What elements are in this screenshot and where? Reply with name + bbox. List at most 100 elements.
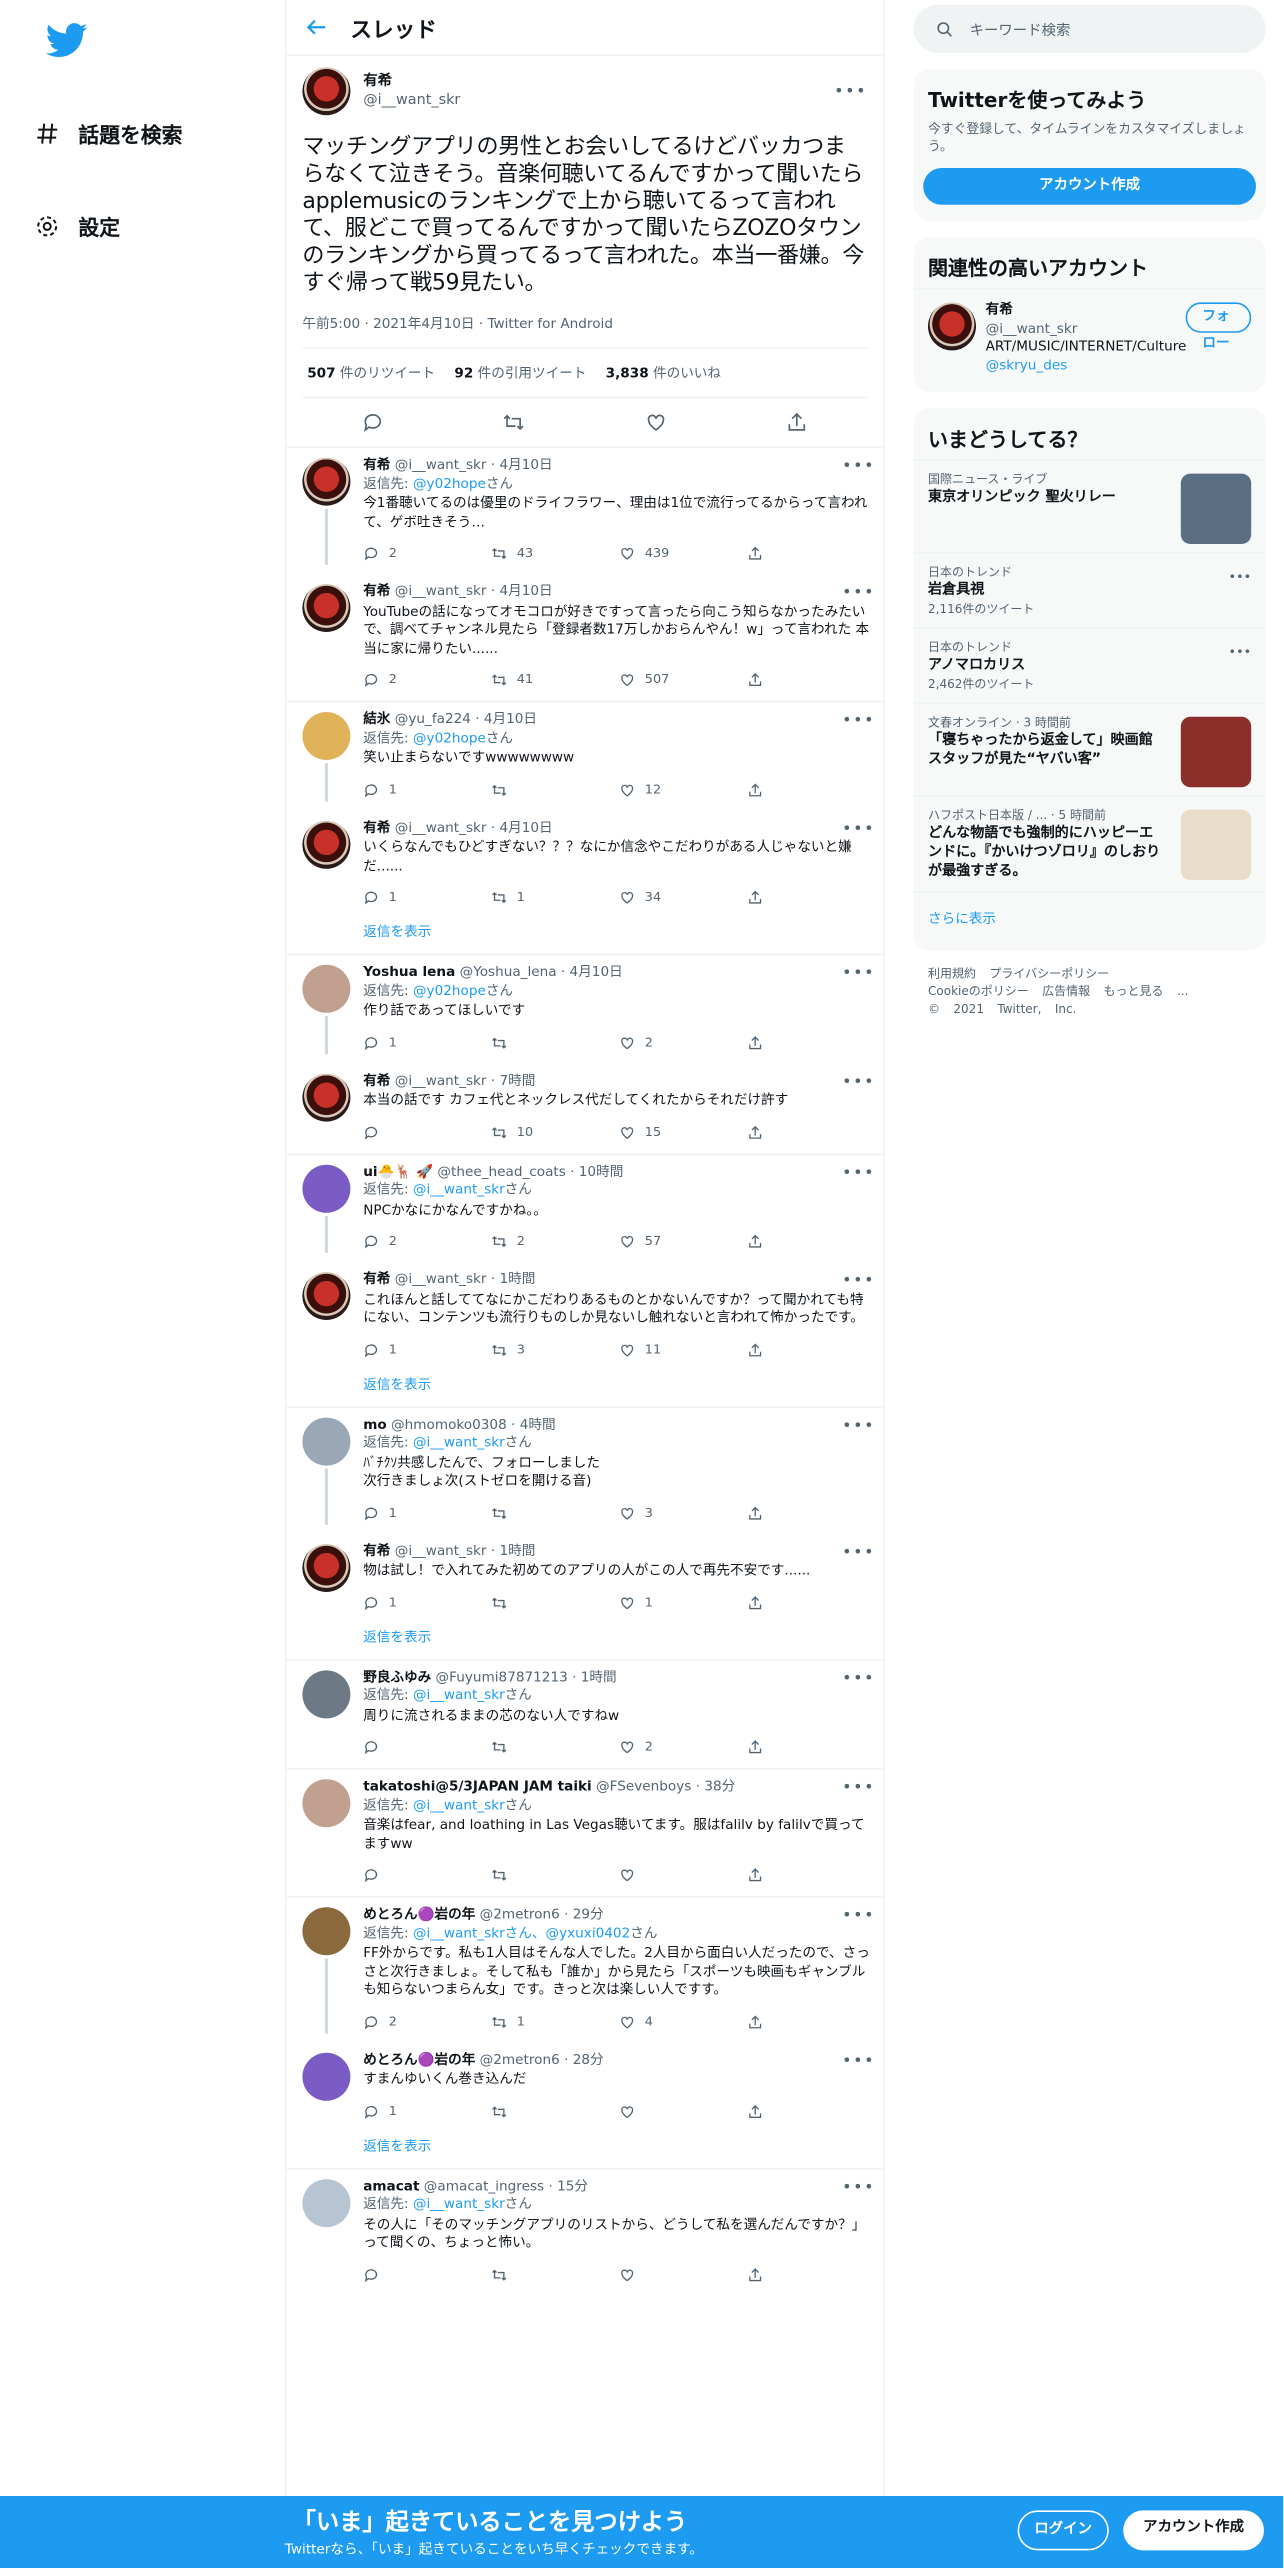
reply-author-handle[interactable]: @yu_fa224 · 4月10日 (395, 712, 537, 730)
reply-author-name[interactable]: ui🐣🦌 🚀 (363, 1164, 433, 1182)
reply-action[interactable]: 1 (363, 1033, 491, 1051)
more-icon[interactable]: ••• (842, 1272, 875, 1290)
retweet-action[interactable]: 41 (491, 671, 619, 689)
back-arrow-icon[interactable] (306, 16, 328, 38)
reply-tweet[interactable]: ui🐣🦌 🚀 @thee_head_coats · 10時間 ••• 返信先: @i… (286, 1154, 883, 1262)
more-icon[interactable]: ••• (1229, 645, 1252, 659)
share-action[interactable] (747, 1594, 875, 1610)
like-action[interactable]: 12 (619, 780, 747, 798)
like-action[interactable]: 15 (619, 1123, 747, 1141)
reply-tweet[interactable]: 有希 @i__want_skr · 1時間 ••• 物は試し！で入れてみた初めてのア… (286, 1534, 883, 1624)
like-action[interactable]: 1 (619, 1593, 747, 1611)
retweet-action[interactable]: 1 (491, 2012, 619, 2030)
retweet-action[interactable] (491, 1867, 619, 1883)
related-name[interactable]: 有希 (986, 302, 1187, 320)
reply-tweet[interactable]: mo @hmomoko0308 · 4時間 ••• 返信先: @i__want_sk… (286, 1407, 883, 1533)
reply-action[interactable] (363, 1739, 491, 1755)
more-icon[interactable]: ••• (842, 712, 875, 730)
more-icon[interactable]: ••• (842, 458, 875, 476)
more-icon[interactable]: ••• (842, 2052, 875, 2070)
trend-item[interactable]: ハフポスト日本版 / ... · 5 時間前 どんな物語でも強制的にハッピーエンド… (913, 795, 1266, 891)
retweet-action[interactable] (491, 1505, 619, 1521)
share-action[interactable] (747, 1342, 875, 1358)
retweet-action[interactable] (491, 2266, 619, 2282)
author-handle[interactable]: @i__want_skr (363, 91, 460, 110)
reply-author-handle[interactable]: @Yoshua_lena · 4月10日 (460, 965, 623, 983)
nav-explore[interactable]: 話題を検索 (35, 114, 182, 152)
more-icon[interactable]: ••• (842, 1073, 875, 1091)
retweet-action[interactable] (491, 1739, 619, 1755)
reply-author-handle[interactable]: @amacat_ingress · 15分 (424, 2178, 588, 2196)
reply-author-handle[interactable]: @i__want_skr · 7時間 (395, 1073, 536, 1091)
avatar[interactable] (302, 1669, 351, 1718)
footer-links-2[interactable]: Cookieのポリシー 広告情報 もっと見る ... (928, 982, 1251, 1000)
reply-tweet[interactable]: 有希 @i__want_skr · 7時間 ••• 本当の話です カフェ代とネックレ… (286, 1063, 883, 1153)
reply-author-name[interactable]: 有希 (363, 458, 390, 476)
like-action[interactable]: 11 (619, 1340, 747, 1358)
reply-action[interactable]: 1 (363, 1593, 491, 1611)
related-handle[interactable]: @i__want_skr (986, 321, 1187, 339)
avatar[interactable] (302, 67, 351, 116)
retweet-action[interactable]: 43 (491, 544, 619, 562)
reply-action[interactable]: 1 (363, 780, 491, 798)
more-icon[interactable]: ••• (842, 1417, 875, 1435)
reply-tweet[interactable]: 有希 @i__want_skr · 4月10日 ••• 返信先: @y02hopeさ… (286, 448, 883, 574)
like-action[interactable]: 34 (619, 888, 747, 906)
share-action[interactable] (747, 672, 875, 688)
like-action[interactable]: 2 (619, 1033, 747, 1051)
more-icon[interactable]: ••• (842, 1907, 875, 1925)
reply-author-name[interactable]: 野良ふゆみ (363, 1670, 431, 1688)
reply-action[interactable] (363, 2266, 491, 2282)
avatar[interactable] (302, 1779, 351, 1828)
reply-action[interactable]: 2 (363, 671, 491, 689)
retweet-action[interactable] (491, 1594, 619, 1610)
reply-author-name[interactable]: 有希 (363, 1073, 390, 1091)
retweet-action[interactable] (491, 1034, 619, 1050)
reply-author-handle[interactable]: @2metron6 · 29分 (480, 1907, 604, 1925)
reply-to-link[interactable]: @i__want_skr (413, 1798, 505, 1814)
reply-action[interactable]: 1 (363, 2102, 491, 2120)
reply-to-link[interactable]: @i__want_skrさん、@yxuxi0402 (413, 1926, 630, 1942)
reply-to-link[interactable]: @y02hope (413, 983, 486, 999)
reply-tweet[interactable]: 有希 @i__want_skr · 4月10日 ••• YouTubeの話になってオ… (286, 574, 883, 700)
reply-action[interactable]: 2 (363, 1232, 491, 1250)
reply-author-handle[interactable]: @2metron6 · 28分 (480, 2052, 604, 2070)
avatar[interactable] (302, 712, 351, 760)
show-replies-link[interactable]: 返信を表示 (286, 2132, 883, 2167)
more-icon[interactable]: ••• (842, 1670, 875, 1688)
share-action[interactable] (747, 2266, 875, 2282)
avatar[interactable] (302, 1164, 351, 1212)
reply-author-name[interactable]: amacat (363, 2178, 419, 2196)
reply-tweet[interactable]: 野良ふゆみ @Fuyumi87871213 · 1時間 ••• 返信先: @i__w… (286, 1660, 883, 1768)
show-replies-link[interactable]: 返信を表示 (286, 1370, 883, 1405)
avatar[interactable] (302, 2052, 351, 2100)
reply-author-name[interactable]: mo (363, 1417, 387, 1435)
avatar[interactable] (302, 1272, 351, 1320)
tweet-meta[interactable]: 午前5:00 · 2021年4月10日 · Twitter for Androi… (302, 314, 868, 349)
share-action[interactable] (747, 546, 875, 562)
show-replies-link[interactable]: 返信を表示 (286, 918, 883, 953)
reply-author-handle[interactable]: @i__want_skr · 4月10日 (395, 458, 553, 476)
more-icon[interactable]: ••• (842, 2178, 875, 2196)
reply-author-name[interactable]: 結氷 (363, 712, 390, 730)
reply-tweet[interactable]: takatoshi@5/3JAPAN JAM taiki @FSevenboys… (286, 1770, 883, 1896)
reply-tweet[interactable]: 有希 @i__want_skr · 1時間 ••• これほんと話しててなにかこだわり… (286, 1262, 883, 1370)
avatar[interactable] (302, 820, 351, 868)
reply-action[interactable]: 2 (363, 544, 491, 562)
trend-item[interactable]: 日本のトレンド 岩倉具視 2,116件のツイート ••• (913, 552, 1266, 627)
signup-button[interactable]: アカウント作成 (1123, 2510, 1264, 2551)
reply-icon[interactable] (362, 411, 384, 433)
like-icon[interactable] (644, 411, 666, 433)
like-action[interactable]: 3 (619, 1504, 747, 1522)
retweet-icon[interactable] (503, 411, 525, 433)
reply-author-handle[interactable]: @thee_head_coats · 10時間 (437, 1164, 623, 1182)
reply-tweet[interactable]: Yoshua lena @Yoshua_lena · 4月10日 ••• 返信先: … (286, 955, 883, 1063)
share-action[interactable] (747, 1867, 875, 1883)
share-action[interactable] (747, 2103, 875, 2119)
reply-action[interactable]: 1 (363, 1504, 491, 1522)
reply-tweet[interactable]: 結氷 @yu_fa224 · 4月10日 ••• 返信先: @y02hopeさん 笑い… (286, 702, 883, 810)
reply-tweet[interactable]: 有希 @i__want_skr · 4月10日 ••• いくらなんでもひどすぎない？… (286, 810, 883, 918)
reply-tweet[interactable]: めとろん🟣岩の年 @2metron6 · 28分 ••• すまんゆいくん巻き込んだ 1 (286, 2042, 883, 2132)
more-icon[interactable]: ••• (842, 1164, 875, 1182)
share-action[interactable] (747, 1034, 875, 1050)
